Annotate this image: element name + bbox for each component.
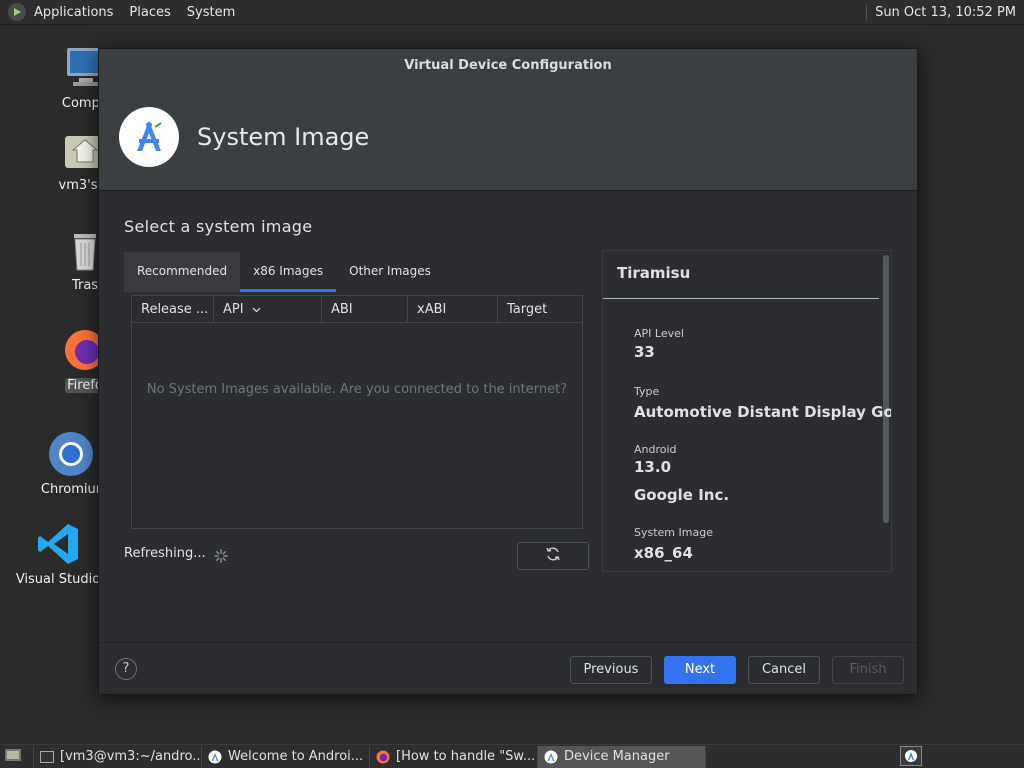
section-title: Select a system image (124, 217, 313, 236)
top-panel: Applications Places System Sun Oct 13, 1… (0, 0, 1024, 25)
menu-system[interactable]: System (179, 0, 243, 25)
header-title: System Image (197, 122, 370, 151)
virtual-device-configuration-dialog: Virtual Device Configuration System Imag… (98, 48, 918, 695)
api-level-label: API Level (634, 327, 684, 340)
tab-recommended[interactable]: Recommended (124, 252, 241, 292)
system-image-value: x86_64 (634, 544, 693, 562)
column-api[interactable]: API (214, 296, 322, 322)
column-release[interactable]: Release ... (132, 296, 214, 322)
vscode-icon (34, 520, 82, 568)
desktop-icon-vscode[interactable]: Visual Studio (10, 520, 106, 587)
chromium-icon (47, 430, 95, 478)
refresh-button[interactable] (517, 542, 589, 570)
android-label: Android (634, 443, 677, 456)
menu-places[interactable]: Places (121, 0, 178, 25)
task-terminal[interactable]: [vm3@vm3:~/andro... (34, 745, 202, 768)
refresh-icon (545, 546, 561, 566)
firefox-icon (376, 750, 390, 764)
show-desktop-icon (4, 748, 22, 766)
refreshing-status: Refreshing... (124, 546, 206, 561)
column-label: API (223, 302, 244, 317)
task-label: Welcome to Androi... (228, 749, 364, 764)
system-image-label: System Image (634, 526, 713, 539)
android-studio-icon (544, 750, 558, 764)
empty-table-message: No System Images available. Are you conn… (146, 382, 568, 397)
task-label: [vm3@vm3:~/andro... (60, 749, 202, 764)
task-label: [How to handle "Sw... (396, 749, 536, 764)
column-label: Target (507, 302, 548, 317)
previous-button[interactable]: Previous (570, 656, 652, 684)
help-button[interactable]: ? (115, 658, 137, 680)
workspace-switcher-icon[interactable] (900, 746, 922, 766)
taskbar: [vm3@vm3:~/andro... Welcome to Androi...… (0, 744, 1024, 768)
table-header: Release ... API ABI xABI Target (132, 296, 582, 323)
task-welcome-android-studio[interactable]: Welcome to Androi... (202, 745, 370, 768)
android-studio-icon (208, 750, 222, 764)
details-title: Tiramisu (603, 251, 879, 299)
next-button[interactable]: Next (664, 656, 736, 684)
task-device-manager[interactable]: Device Manager (538, 745, 706, 768)
finish-button[interactable]: Finish (832, 656, 904, 684)
desktop-icon-label: Visual Studio (15, 572, 101, 587)
gnome-foot-icon[interactable] (8, 3, 26, 21)
chevron-down-icon (252, 296, 261, 322)
dialog-titlebar[interactable]: Virtual Device Configuration (99, 49, 917, 83)
show-desktop-button[interactable] (0, 745, 34, 768)
column-label: ABI (331, 302, 353, 317)
android-studio-logo-icon (119, 106, 179, 167)
tab-other-images[interactable]: Other Images (336, 252, 444, 292)
vendor-value: Google Inc. (634, 486, 730, 504)
type-label: Type (634, 385, 660, 398)
system-image-table: Release ... API ABI xABI Target No Syste… (131, 295, 583, 529)
column-label: Release ... (141, 302, 209, 317)
cancel-button[interactable]: Cancel (748, 656, 820, 684)
top-menu: Applications Places System (26, 0, 243, 25)
task-label: Device Manager (564, 749, 670, 764)
api-level-value: 33 (634, 343, 655, 361)
type-value: Automotive Distant Display Goog (634, 403, 892, 421)
loading-spinner-icon (214, 548, 228, 563)
dialog-header: System Image (99, 83, 917, 191)
tab-x86-images[interactable]: x86 Images (240, 252, 337, 292)
image-tabs: Recommended x86 Images Other Images (124, 252, 444, 292)
column-label: xABI (417, 302, 447, 317)
column-xabi[interactable]: xABI (408, 296, 498, 322)
column-target[interactable]: Target (498, 296, 582, 322)
menu-applications[interactable]: Applications (26, 0, 121, 25)
details-scrollbar[interactable] (883, 255, 889, 523)
clock[interactable]: Sun Oct 13, 10:52 PM (866, 4, 1024, 20)
terminal-icon (40, 750, 54, 764)
system-image-details-panel: Tiramisu API Level 33 Type Automotive Di… (602, 250, 892, 572)
android-version-value: 13.0 (634, 458, 672, 476)
task-firefox[interactable]: [How to handle "Sw... (370, 745, 538, 768)
column-abi[interactable]: ABI (322, 296, 408, 322)
